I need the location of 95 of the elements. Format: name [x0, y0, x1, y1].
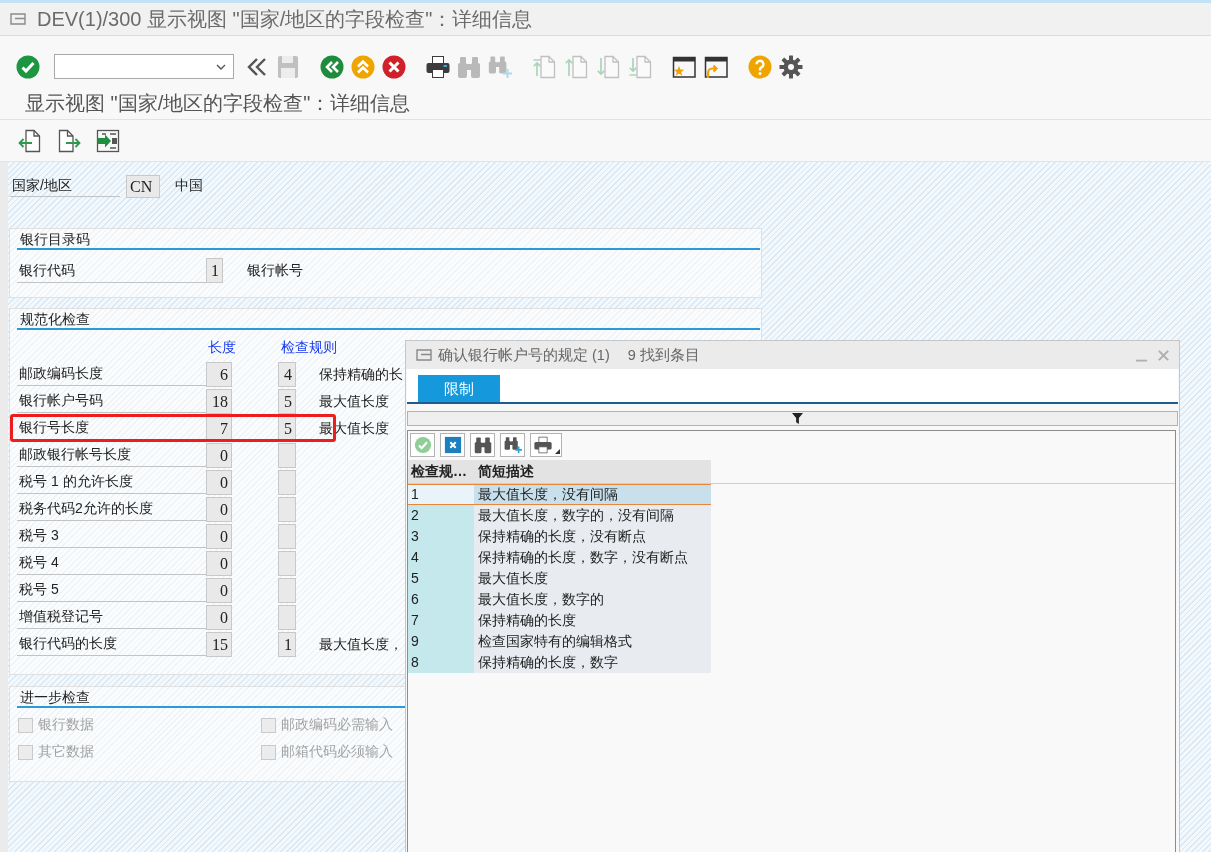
country-field[interactable]: CN: [126, 174, 160, 198]
find-next-button[interactable]: [500, 433, 525, 457]
table-row[interactable]: 1 最大值长度，没有间隔: [408, 484, 711, 505]
length-field[interactable]: 6: [206, 362, 232, 387]
length-field[interactable]: 0: [206, 605, 232, 630]
table-row[interactable]: 6 最大值长度，数字的: [408, 589, 711, 610]
table-cell-text: 保持精确的长度，数字，没有断点: [477, 548, 689, 567]
rule-field[interactable]: [278, 578, 296, 603]
chevron-down-icon[interactable]: [216, 63, 226, 70]
page-arrow-right-icon[interactable]: [57, 128, 81, 153]
rule-description: 最大值长度: [319, 392, 389, 411]
column-header[interactable]: 检查规…: [408, 460, 474, 483]
table-cell: 7: [408, 610, 474, 631]
table-cell-text: 最大值长度，数字的，没有间隔: [477, 506, 675, 525]
back-icon[interactable]: [320, 54, 344, 79]
column-header: 检查规则: [281, 338, 337, 357]
caret-icon: [555, 449, 560, 454]
rule-description: 保持精确的长: [319, 365, 403, 384]
table-cell: 5: [408, 568, 474, 589]
field-label: 国家/地区: [10, 175, 120, 197]
check-icon[interactable]: [16, 54, 40, 79]
close-icon[interactable]: [1157, 348, 1170, 362]
window-menu-icon[interactable]: [416, 349, 432, 361]
table-row[interactable]: 7 保持精确的长度: [408, 610, 711, 631]
checkbox-label: 邮政编码必需输入: [281, 716, 393, 734]
table-row[interactable]: 4 保持精确的长度，数字，没有断点: [408, 547, 711, 568]
check-icon: [413, 436, 432, 454]
rule-field[interactable]: [278, 470, 296, 495]
length-field[interactable]: 0: [206, 578, 232, 603]
table-cell-text: 保持精确的长度，没有断点: [477, 527, 647, 546]
table-cell: 4: [408, 547, 474, 568]
confirm-button[interactable]: [410, 433, 435, 457]
print-button[interactable]: [530, 433, 562, 457]
close-icon: [443, 436, 462, 454]
screen-title: 显示视图 "国家/地区的字段检查"：详细信息: [0, 87, 1211, 120]
length-field[interactable]: 0: [206, 443, 232, 468]
table-cell-text: 最大值长度，数字的: [477, 590, 605, 609]
hit-count: 9 找到条目: [627, 345, 700, 365]
table-cell: 1: [408, 485, 474, 504]
table-row[interactable]: 8 保持精确的长度，数字: [408, 652, 711, 673]
printer-icon: [534, 436, 552, 454]
binoculars-icon: [473, 436, 492, 454]
table-cell-text: 检查国家特有的编辑格式: [477, 632, 633, 651]
table-row[interactable]: 2 最大值长度，数字的，没有间隔: [408, 505, 711, 526]
rule-field[interactable]: [278, 524, 296, 549]
table-row[interactable]: 3 保持精确的长度，没有断点: [408, 526, 711, 547]
table-cell: 2: [408, 505, 474, 526]
window-menu-icon[interactable]: [10, 13, 26, 25]
length-field[interactable]: 0: [206, 551, 232, 576]
length-field[interactable]: 0: [206, 470, 232, 495]
field-description: 银行帐号: [247, 261, 303, 280]
find-button[interactable]: [470, 433, 495, 457]
double-chevron-up-icon[interactable]: [351, 54, 375, 79]
table-cell: 6: [408, 589, 474, 610]
window-title: DEV(1)/300 显示视图 "国家/地区的字段检查"：详细信息: [37, 6, 533, 32]
binoculars-plus-icon: [503, 436, 522, 454]
rule-field[interactable]: [278, 497, 296, 522]
rule-field[interactable]: 1: [278, 632, 296, 657]
table-row[interactable]: 5 最大值长度: [408, 568, 711, 589]
command-field[interactable]: [54, 54, 234, 79]
table-cell-text: 保持精确的长度，数字: [477, 653, 619, 672]
table-cell-text: 最大值长度: [477, 569, 549, 588]
table-cell: 3: [408, 526, 474, 547]
checkbox-label: 银行数据: [38, 716, 94, 734]
group-title: 银行目录码: [17, 229, 760, 250]
rule-field[interactable]: [278, 443, 296, 468]
table-cell-text: 保持精确的长度: [477, 611, 577, 630]
column-header: 长度: [208, 338, 237, 357]
printer-icon[interactable]: [426, 54, 450, 79]
page-arrow-left-icon[interactable]: [18, 128, 42, 153]
checkbox-label: 邮箱代码必须输入: [281, 743, 393, 761]
length-field[interactable]: 18: [206, 389, 232, 414]
length-field[interactable]: 0: [206, 497, 232, 522]
table-cell-text: 最大值长度，没有间隔: [477, 485, 619, 504]
cancel-icon[interactable]: [382, 54, 406, 79]
rule-field[interactable]: 5: [278, 389, 296, 414]
rule-field[interactable]: [278, 605, 296, 630]
column-header[interactable]: 简短描述: [474, 460, 711, 483]
rule-field[interactable]: 4: [278, 362, 296, 387]
table-cell: 9: [408, 631, 474, 652]
length-field[interactable]: 0: [206, 524, 232, 549]
table-cell: 8: [408, 652, 474, 673]
table-row[interactable]: 9 检查国家特有的编辑格式: [408, 631, 711, 652]
dialog-title: 确认银行帐户号的规定 (1): [438, 345, 610, 365]
rule-field[interactable]: [278, 551, 296, 576]
bank-code-field[interactable]: 1: [206, 258, 223, 283]
funnel-icon[interactable]: [792, 413, 803, 424]
help-icon[interactable]: [748, 54, 772, 79]
length-field[interactable]: 15: [206, 632, 232, 657]
country-name: 中国: [175, 177, 203, 195]
rule-description: 最大值长度，: [319, 635, 403, 654]
group-title: 规范化检查: [17, 309, 760, 330]
arrow-into-box-icon[interactable]: [96, 128, 120, 153]
checkbox-label: 其它数据: [38, 743, 94, 761]
cancel-button[interactable]: [440, 433, 465, 457]
